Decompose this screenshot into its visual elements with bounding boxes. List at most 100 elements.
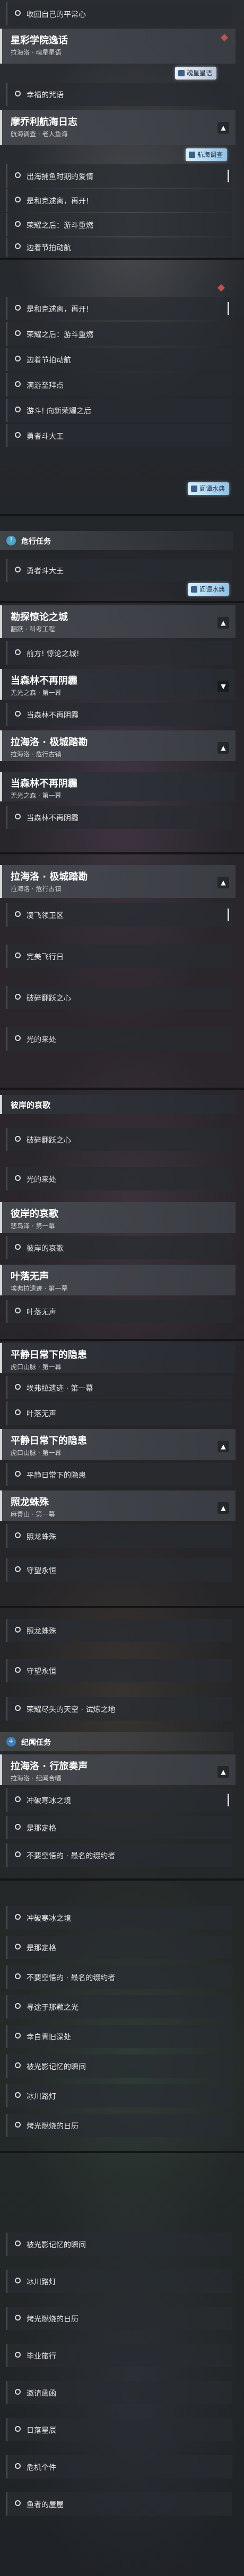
quest-header[interactable]: 叶落无声 埃弗拉遗迹 · 第一幕 [0, 1265, 236, 1295]
quest-step[interactable]: 是那定格 [6, 1816, 232, 1839]
chevron-up-icon[interactable]: ▲ [217, 742, 229, 754]
quest-step[interactable]: 破碎翻跃之心 [6, 1128, 232, 1151]
quest-header[interactable]: 当森林不再阴霾 无光之森 · 第一幕 ▼ [0, 669, 236, 700]
step-label: 叶落无声 [27, 1410, 56, 1418]
step-label: 冰川路灯 [27, 2278, 56, 2287]
quest-header[interactable]: 照龙蛛殊 麻青山 · 第一幕 ▲ [0, 1490, 236, 1521]
quest-step[interactable]: 满游至拜点 [6, 373, 232, 396]
quest-step[interactable]: 埃弗拉遗迹 · 第一幕 [6, 1376, 232, 1399]
quest-step[interactable]: 是那定格 [6, 1936, 232, 1959]
quest-step[interactable]: 照龙蛛殊 [6, 1524, 232, 1548]
quest-step[interactable]: 危机个件 [6, 2455, 232, 2478]
quest-step[interactable]: 守望永恒 [6, 1558, 232, 1582]
quest-step[interactable]: 边着节拍动航 [6, 237, 232, 257]
category-header[interactable]: ! 危行任务 [0, 531, 233, 550]
step-label: 日落星辰 [27, 2427, 56, 2435]
quest-step[interactable]: 邀请函函 [6, 2381, 232, 2404]
quest-step[interactable]: 平静日常下的隐患 [6, 1463, 232, 1486]
chevron-up-icon[interactable]: ▲ [217, 877, 229, 888]
quest-header[interactable]: 平静日常下的隐患 虎口山脉 · 第一幕 ▲ [0, 1429, 236, 1460]
quest-step[interactable]: 冲破寒冰之境 [6, 1788, 232, 1812]
quest-step[interactable]: 收回自己的平常心 [6, 2, 232, 25]
quest-step[interactable]: 冰川路灯 [6, 2270, 232, 2293]
quest-title: 彼岸的哀歌 [11, 1208, 58, 1220]
quest-step[interactable]: 冰川路灯 [6, 2084, 232, 2107]
quest-step[interactable]: 荣耀之后：游斗重燃 [6, 213, 232, 236]
chevron-up-icon[interactable]: ▲ [217, 1441, 229, 1452]
quest-step[interactable]: 烤光燃烧的日历 [6, 2114, 232, 2137]
quest-step[interactable]: 勇者斗大王 [6, 559, 232, 582]
quest-step[interactable]: 当森林不再阴霾 [6, 806, 232, 829]
quest-step[interactable]: 光的来处 [6, 1167, 232, 1190]
chevron-down-icon[interactable]: ▼ [217, 681, 229, 692]
quest-header[interactable]: 平静日常下的隐患 虎口山脉 · 第一幕 [0, 1343, 236, 1373]
quest-step[interactable]: 荣耀尽头的天空 · 试炼之地 [6, 1697, 232, 1721]
quest-header[interactable]: 彼岸的哀歌 [0, 1095, 236, 1114]
quest-header[interactable]: 彼岸的哀歌 悲鸟泽 · 第一幕 [0, 1202, 236, 1233]
chevron-up-icon[interactable]: ▲ [217, 122, 229, 134]
category-header[interactable]: + 纪闻任务 [0, 1732, 233, 1751]
quest-subtitle: 无光之森 · 第一幕 [11, 689, 62, 696]
step-status-icon [15, 330, 21, 336]
quest-step[interactable]: 是和克逑离，再开! [6, 189, 232, 212]
step-label: 破碎翻跃之心 [27, 994, 71, 1003]
quest-step[interactable]: 彼岸的哀歌 [6, 1236, 232, 1259]
quest-step[interactable]: 出海捕鱼时期的爱情 [6, 164, 232, 188]
quest-subtitle: 拉海洛 · 魂星星语 [11, 49, 62, 56]
quest-header[interactable]: 摩乔利航海日志 航海调查 · 老人鱼海 ▲ [0, 110, 236, 145]
quest-step[interactable]: 当森林不再阴霾 [6, 703, 232, 726]
quest-header[interactable]: 拉海洛 · 行旅奏声 拉海洛 · 纪闻合唱 ▲ [0, 1754, 236, 1785]
quest-title: 当森林不再阴霾 [11, 778, 77, 789]
step-status-icon [15, 1627, 21, 1633]
quest-step[interactable]: 幸福的咒语 [6, 83, 232, 106]
quest-step[interactable]: 冲破寒冰之境 [6, 1906, 232, 1929]
chevron-up-icon[interactable]: ▲ [217, 617, 229, 629]
step-label: 被光影记忆的瞬间 [27, 2063, 86, 2071]
quest-step[interactable]: 完美飞行日 [6, 945, 232, 968]
quest-step[interactable]: 幸自青旧深处 [6, 2025, 232, 2048]
quest-step[interactable]: 守望永恒 [6, 1659, 232, 1682]
quest-step[interactable]: 破碎翻跃之心 [6, 986, 232, 1009]
scroll-indicator [228, 908, 229, 921]
step-label: 光的来处 [27, 1036, 56, 1044]
quest-step[interactable]: 荣耀之后：游斗重燃 [6, 322, 232, 346]
quest-step[interactable]: 毕业旅行 [6, 2344, 232, 2367]
quest-step[interactable]: 不要空悟的 · 最名的缀约者 [6, 1965, 232, 1989]
step-status-icon [15, 1796, 21, 1802]
step-label: 冰川路灯 [27, 2093, 56, 2101]
quest-header[interactable]: 星彩学院逸话 拉海洛 · 魂星星语 [0, 29, 236, 64]
region-badge: 魂星星语 [175, 67, 217, 80]
quest-step[interactable]: 勇者斗大王 [6, 424, 232, 447]
quest-step[interactable]: 是和克逑离，再开! [6, 297, 232, 320]
quest-header[interactable]: 当森林不再阴霾 无光之森 · 第一幕 [0, 772, 236, 801]
step-label: 完美飞行日 [27, 953, 64, 961]
quest-step[interactable]: 被光影记忆的瞬间 [6, 2233, 232, 2256]
quest-step[interactable]: 前方! 惊论之城! [6, 641, 232, 665]
quest-step[interactable]: 边着节拍动航 [6, 348, 232, 371]
quest-step[interactable]: 凌飞领卫区 [6, 903, 232, 927]
step-label: 彼岸的哀歌 [27, 1245, 64, 1253]
region-badge: 阎谭水典 [188, 583, 230, 596]
step-status-icon [15, 1308, 21, 1313]
quest-step[interactable]: 叶落无声 [6, 1401, 232, 1425]
quest-step[interactable]: 光的来处 [6, 1027, 232, 1051]
quest-step[interactable]: 照龙蛛殊 [6, 1619, 232, 1642]
step-label: 破碎翻跃之心 [27, 1136, 71, 1145]
quest-step[interactable]: 日落星辰 [6, 2418, 232, 2441]
quest-title: 摩乔利航海日志 [11, 117, 77, 128]
quest-step[interactable]: 鱼者的屋屋 [6, 2492, 232, 2516]
quest-header[interactable]: 拉海洛 · 极城踏勘 拉海洛 · 危行古镇 ▲ [0, 730, 236, 761]
quest-header[interactable]: 拉海洛 · 极城踏勘 拉海洛 · 危行古镇 ▲ [0, 865, 236, 898]
step-label: 当森林不再阴霾 [27, 711, 79, 720]
quest-step[interactable]: 叶落无声 [6, 1300, 232, 1323]
chevron-up-icon[interactable]: ▲ [217, 1502, 229, 1514]
screen-8: 照龙蛛殊 守望永恒 荣耀尽头的天空 · 试炼之地 + 纪闻任务 拉海洛 · 行旅… [0, 1608, 244, 1878]
step-status-icon [15, 911, 21, 917]
quest-step[interactable]: 被光影记忆的瞬间 [6, 2054, 232, 2078]
quest-step[interactable]: 游斗! 向新荣耀之后 [6, 399, 232, 422]
chevron-up-icon[interactable]: ▲ [217, 1766, 229, 1778]
quest-step[interactable]: 不要空悟的 · 最名的缀约者 [6, 1843, 232, 1867]
quest-step[interactable]: 寻途于那颗之光 [6, 1995, 232, 2018]
quest-header[interactable]: 勘探惊论之城 翻跃 · 科考工程 ▲ [0, 605, 236, 638]
quest-step[interactable]: 烤光燃烧的日历 [6, 2307, 232, 2330]
